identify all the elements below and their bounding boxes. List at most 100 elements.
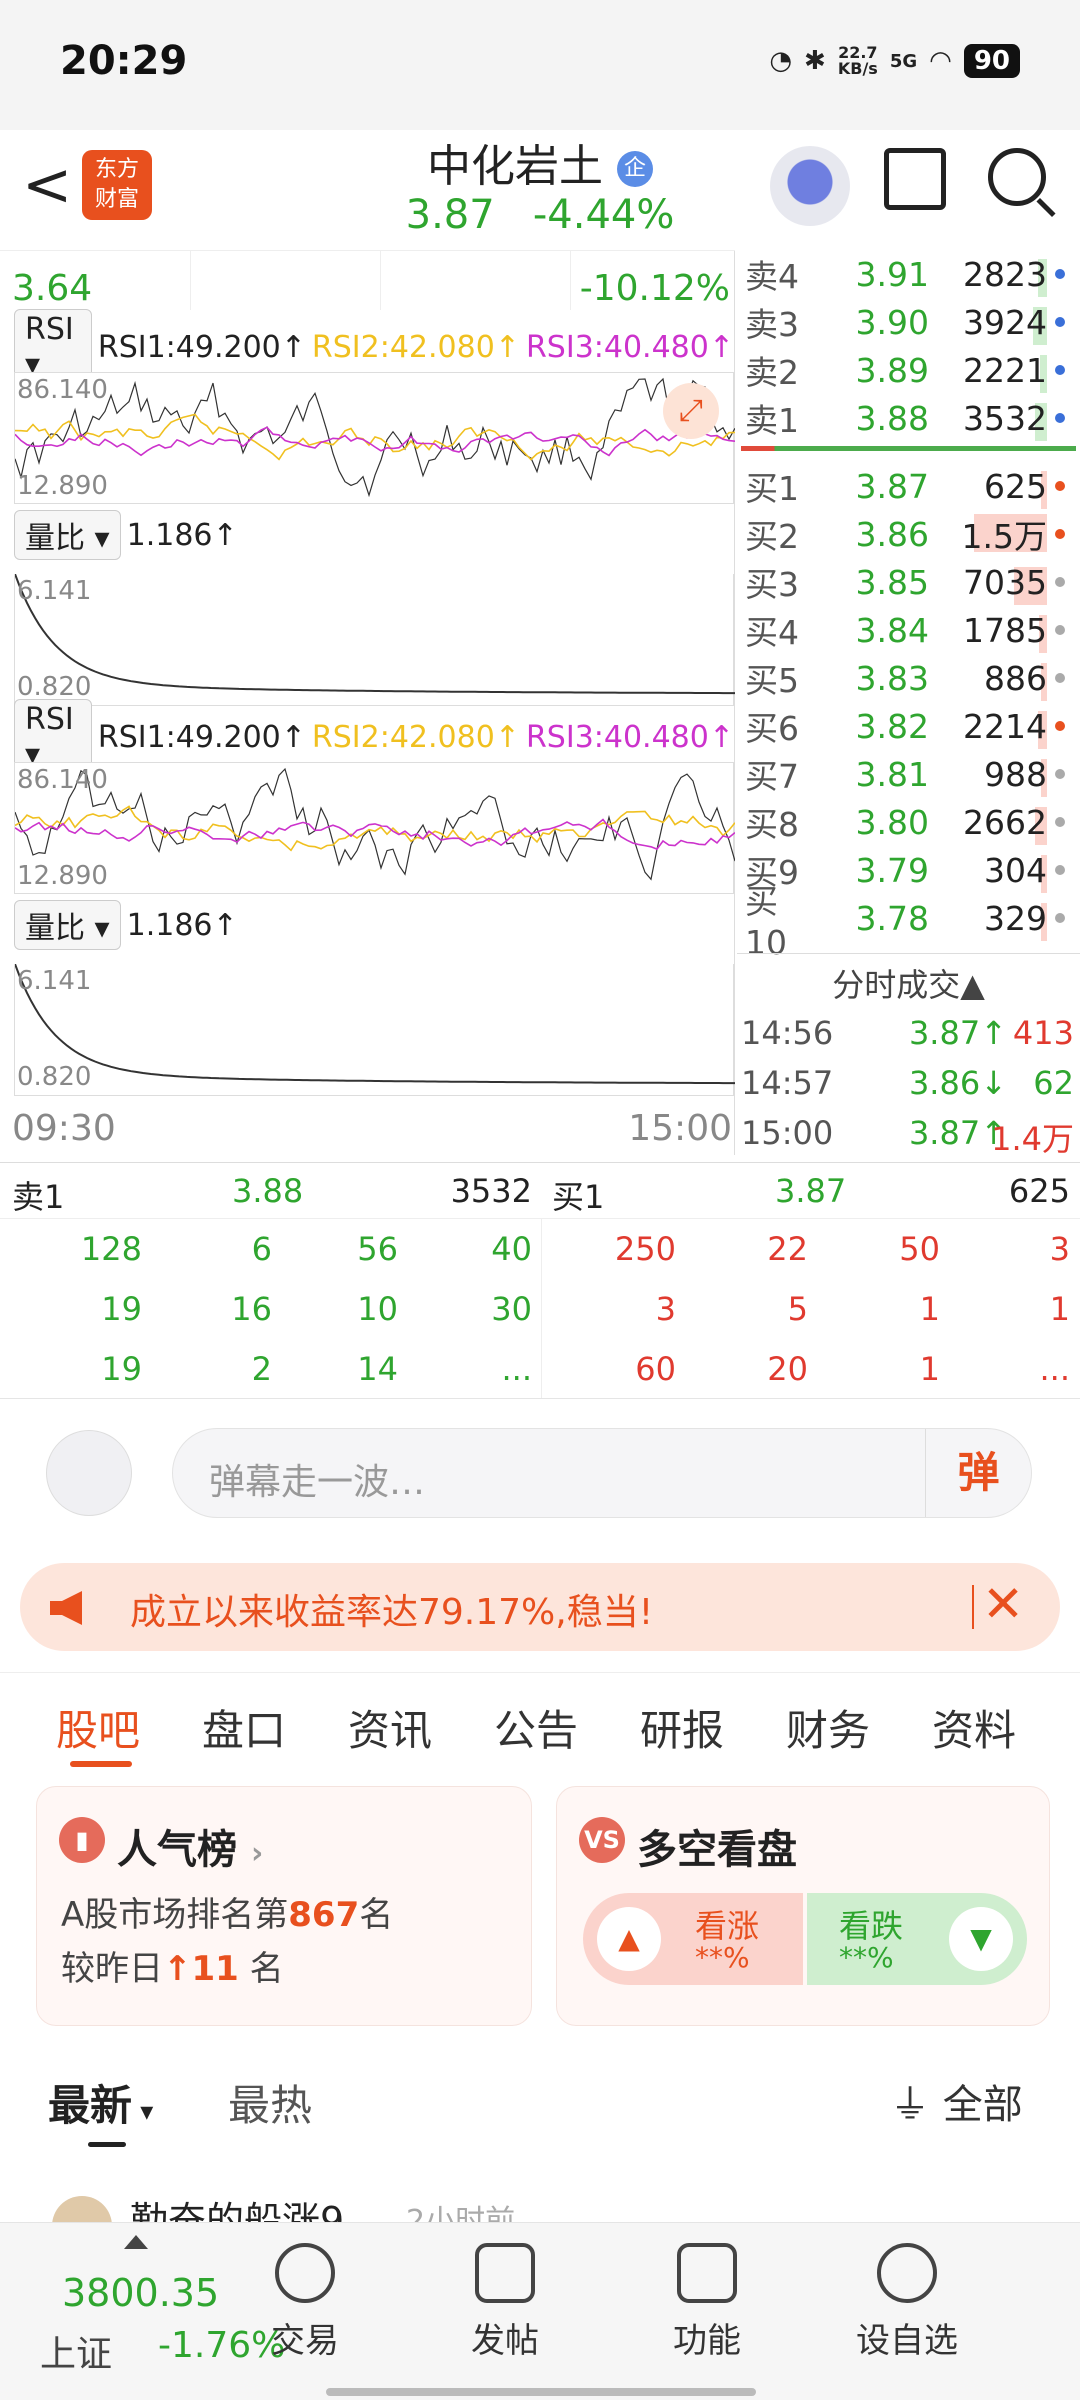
tick-volume: 413 — [1012, 1014, 1074, 1052]
rsi1-value-2: RSI1:49.200↑ — [97, 719, 306, 755]
order-dot-icon — [1055, 577, 1065, 587]
down-arrow-icon: ▼ — [949, 1907, 1013, 1971]
bid-row[interactable]: 买5 3.83 886 — [737, 654, 1080, 702]
close-icon[interactable]: ✕ — [982, 1575, 1024, 1633]
tab-hot[interactable]: 最热 — [228, 2072, 312, 2133]
tab-2[interactable]: 资讯 — [348, 1697, 432, 1758]
sell-ladder-cell: 19 — [101, 1350, 142, 1388]
danmu-placeholder: 弹幕走一波… — [209, 1462, 426, 1503]
sell-ladder-cell: 2 — [251, 1350, 272, 1388]
ask-label: 卖3 — [745, 305, 799, 344]
buy-ladder-cell: 22 — [767, 1230, 808, 1268]
bid-label: 买10 — [745, 881, 787, 962]
danmu-input[interactable]: 弹幕走一波… 弹 — [172, 1428, 1032, 1518]
nav-item-3[interactable]: 设自选 — [837, 2243, 977, 2362]
ask-price: 3.89 — [855, 350, 929, 390]
tab-latest[interactable]: 最新 ▾ — [48, 2072, 153, 2133]
ladder-sell-label: 卖1 — [12, 1178, 65, 1216]
bid-volume: 988 — [929, 755, 1047, 797]
ask-row[interactable]: 卖3 3.90 3924 — [737, 298, 1080, 346]
time-end: 15:00 — [628, 1108, 732, 1149]
sell-ladder-cell: 56 — [357, 1230, 398, 1268]
nav-item-2[interactable]: 功能 — [637, 2243, 777, 2362]
sentiment-card: VS 多空看盘 ▲ 看涨 **% 看跌 **% ▼ — [556, 1786, 1050, 2026]
ladder-panel: 卖1 3.88 3532 买1 3.87 625 128 6 56 40 19 16 10 3… — [0, 1162, 1080, 1400]
bid-row[interactable]: 买3 3.85 7035 — [737, 558, 1080, 606]
bear-button[interactable]: 看跌 **% ▼ — [807, 1893, 1027, 1985]
ask-row[interactable]: 卖2 3.89 2221 — [737, 346, 1080, 394]
bid-row[interactable]: 买2 3.86 1.5万 — [737, 510, 1080, 558]
vr-max-label: 6.141 — [17, 576, 92, 606]
rsi2-value: RSI2:42.080↑ — [311, 329, 520, 365]
rsi-max-label-2: 86.140 — [17, 765, 108, 795]
tab-3[interactable]: 公告 — [494, 1697, 578, 1758]
bid-row[interactable]: 买4 3.84 1785 — [737, 606, 1080, 654]
tab-0[interactable]: 股吧 — [56, 1697, 140, 1758]
bid-label: 买3 — [745, 565, 799, 604]
bid-volume: 2662 — [929, 803, 1047, 845]
ask-row[interactable]: 卖1 3.88 3532 — [737, 394, 1080, 442]
nav-item-0[interactable]: 交易 — [235, 2243, 375, 2362]
vr-header-2: 量比 ▾ 1.186↑ — [14, 900, 238, 950]
index-name: 上证 — [40, 2334, 113, 2375]
bid-row[interactable]: 买8 3.80 2662 — [737, 798, 1080, 846]
search-icon[interactable] — [988, 148, 1046, 206]
status-bar: 20:29 ◔ ✱ 22.7 KB/s 5G ◠ 90 — [0, 0, 1080, 130]
rsi2-value-2: RSI2:42.080↑ — [311, 719, 520, 755]
sentiment-title: 多空看盘 — [637, 1827, 797, 1873]
ticks-title[interactable]: 分时成交▲ — [737, 960, 1080, 1006]
tick-row: 15:00 3.87↑ 1.4万 — [737, 1108, 1080, 1158]
low-change-label: -10.12% — [579, 268, 730, 309]
bull-pct: **% — [695, 1941, 750, 1974]
bid-row[interactable]: 买6 3.82 2214 — [737, 702, 1080, 750]
ask-volume: 3532 — [929, 399, 1047, 441]
bid-price: 3.82 — [855, 706, 929, 746]
rsi-max-label: 86.140 — [17, 375, 108, 405]
buy-ladder-cell: 3 — [1049, 1230, 1070, 1268]
rsi-header-1: RSI ▾ RSI1:49.200↑ RSI2:42.080↑ RSI3:40.… — [14, 309, 734, 385]
bid-price: 3.87 — [855, 466, 929, 506]
danmu-settings-icon[interactable] — [46, 1430, 132, 1516]
ask-price: 3.91 — [855, 254, 929, 294]
intraday-chart[interactable]: 3.64 -10.12% RSI ▾ RSI1:49.200↑ RSI2:42.… — [0, 250, 736, 1155]
bid-row[interactable]: 买7 3.81 988 — [737, 750, 1080, 798]
nav-label: 设自选 — [856, 2321, 958, 2361]
rsi1-value: RSI1:49.200↑ — [97, 329, 306, 365]
bid-label: 买5 — [745, 661, 799, 700]
bull-button[interactable]: ▲ 看涨 **% — [583, 1893, 803, 1985]
bid-price: 3.86 — [855, 514, 929, 554]
tab-5[interactable]: 财务 — [786, 1697, 870, 1758]
nav-item-1[interactable]: 发帖 — [435, 2243, 575, 2362]
danmu-send-button[interactable]: 弹 — [925, 1429, 1031, 1517]
status-icons: ◔ ✱ 22.7 KB/s 5G ◠ 90 — [769, 44, 1020, 78]
bid-row[interactable]: 买1 3.87 625 — [737, 462, 1080, 510]
tab-1[interactable]: 盘口 — [202, 1697, 286, 1758]
vr-selector-2[interactable]: 量比 ▾ — [14, 900, 121, 950]
promo-banner[interactable]: 成立以来收益率达79.17%,稳当! ✕ — [20, 1563, 1060, 1651]
tab-4[interactable]: 研报 — [640, 1697, 724, 1758]
share-icon[interactable] — [884, 148, 946, 210]
active-tab-indicator — [70, 1761, 132, 1767]
content-tabs: 股吧 盘口 资讯 公告 研报 财务 资料 — [0, 1672, 1080, 1772]
index-value: 3800.35 — [62, 2271, 220, 2315]
bid-row[interactable]: 买10 3.78 329 — [737, 882, 1080, 962]
sell-ladder-cell: 40 — [491, 1230, 532, 1268]
battery-icon: 90 — [963, 44, 1020, 78]
filter-button[interactable]: ⏚ 全部 — [890, 2072, 1023, 2130]
ask-label: 卖1 — [745, 401, 799, 440]
rsi-lines-2 — [14, 767, 736, 881]
vr-min-label-2: 0.820 — [17, 1062, 92, 1092]
order-dot-icon — [1055, 365, 1065, 375]
expand-icon[interactable]: ⤢ — [663, 383, 719, 439]
popularity-card[interactable]: ▮ 人气榜 › A股市场排名第867名 较昨日↑11 名 — [36, 1786, 532, 2026]
bid-price: 3.79 — [855, 850, 929, 890]
sell-ladder-cell: 30 — [491, 1290, 532, 1328]
ask-price: 3.88 — [855, 398, 929, 438]
vr-line-2 — [14, 963, 735, 1085]
bid-price: 3.80 — [855, 802, 929, 842]
trade-icon — [275, 2243, 335, 2303]
vr-selector[interactable]: 量比 ▾ — [14, 510, 121, 560]
tab-6[interactable]: 资料 — [932, 1697, 1016, 1758]
assistant-robot-icon[interactable] — [770, 146, 850, 226]
ask-row[interactable]: 卖4 3.91 2823 — [737, 250, 1080, 298]
